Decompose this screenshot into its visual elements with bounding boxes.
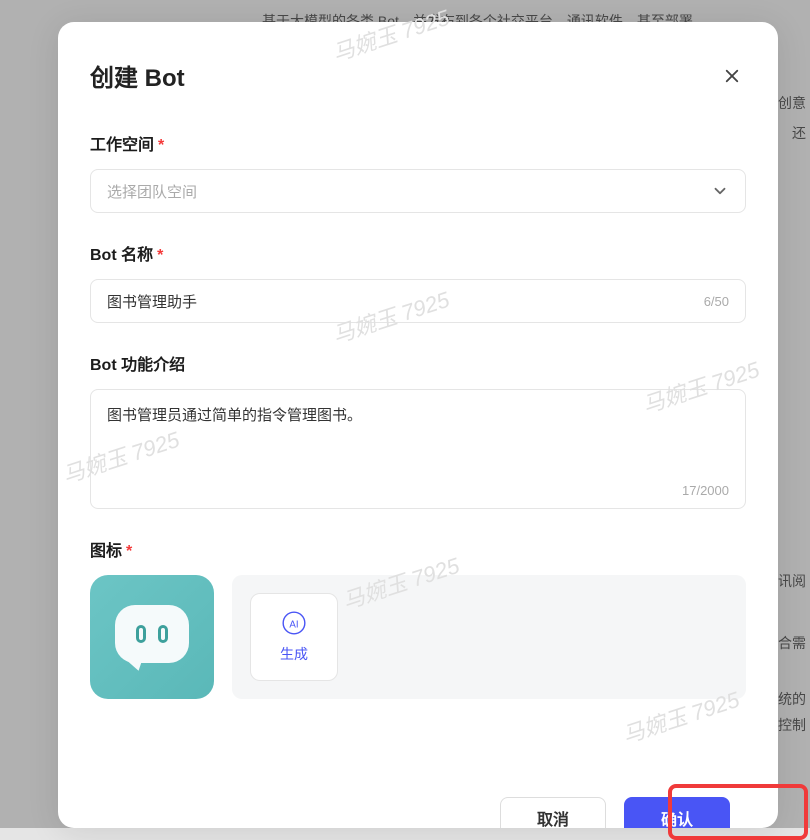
ai-generate-label: 生成 [280, 644, 308, 664]
bot-desc-field: Bot 功能介绍 17/2000 [90, 351, 746, 509]
chat-bubble-icon [115, 605, 189, 669]
icon-picker-area: AI 生成 [232, 575, 746, 699]
bot-icon-preview[interactable] [90, 575, 214, 699]
ai-icon: AI [281, 610, 307, 636]
confirm-button[interactable]: 确认 [624, 797, 730, 828]
ai-generate-button[interactable]: AI 生成 [250, 593, 338, 681]
close-button[interactable] [718, 62, 746, 90]
modal-header: 创建 Bot [90, 58, 746, 93]
bot-name-input[interactable] [107, 293, 704, 310]
bot-desc-label: Bot 功能介绍 [90, 351, 746, 375]
close-icon [723, 67, 741, 85]
modal-title: 创建 Bot [90, 58, 185, 93]
workspace-placeholder: 选择团队空间 [107, 181, 197, 202]
icon-row: AI 生成 [90, 575, 746, 699]
required-mark: * [157, 247, 163, 264]
workspace-field: 工作空间* 选择团队空间 [90, 131, 746, 213]
required-mark: * [158, 137, 164, 154]
workspace-select[interactable]: 选择团队空间 [90, 169, 746, 213]
icon-field: 图标* AI 生成 [90, 537, 746, 699]
modal-footer-clip: 取消 确认 [58, 783, 778, 828]
chevron-down-icon [711, 182, 729, 200]
icon-label: 图标* [90, 537, 746, 561]
cancel-button[interactable]: 取消 [500, 797, 606, 828]
workspace-label: 工作空间* [90, 131, 746, 155]
required-mark: * [126, 543, 132, 560]
bot-desc-char-count: 17/2000 [682, 483, 729, 498]
bot-name-label: Bot 名称* [90, 241, 746, 265]
svg-text:AI: AI [289, 619, 298, 630]
bot-desc-textarea[interactable] [107, 404, 729, 472]
bot-name-field: Bot 名称* 6/50 [90, 241, 746, 323]
bot-name-char-count: 6/50 [704, 294, 729, 309]
modal-footer: 取消 确认 [58, 783, 778, 828]
create-bot-modal: 创建 Bot 工作空间* 选择团队空间 Bot 名称* 6/50 Bot 功能 [58, 22, 778, 828]
bot-desc-textarea-wrapper: 17/2000 [90, 389, 746, 509]
bot-name-input-wrapper: 6/50 [90, 279, 746, 323]
